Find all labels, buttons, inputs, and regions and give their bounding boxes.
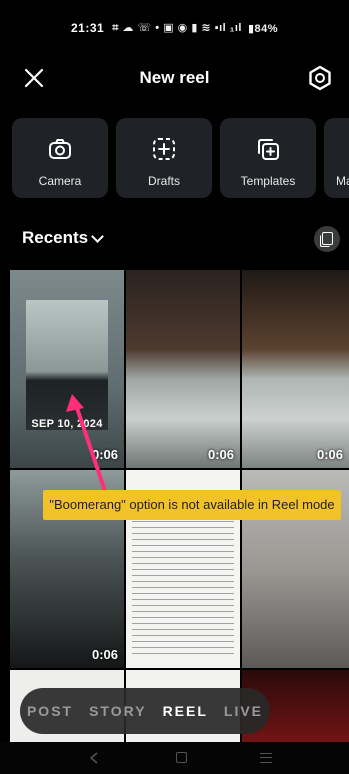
- recents-row: Recents: [22, 226, 340, 256]
- video-duration: 0:06: [91, 447, 118, 462]
- document-text-lines: [132, 516, 234, 658]
- recent-apps-icon[interactable]: [260, 753, 272, 763]
- drafts-icon: [153, 138, 175, 160]
- status-icons: ⌗ ☁ ☏ • ▣ ◉ ▮ ≋ ▪ıl ₁ıl: [112, 22, 242, 34]
- templates-tile[interactable]: Templates: [220, 118, 316, 198]
- system-nav-bar: [0, 742, 349, 774]
- video-duration: 0:06: [207, 447, 234, 462]
- chevron-down-icon: [91, 230, 105, 243]
- camera-tile-label: Camera: [38, 174, 82, 188]
- back-icon[interactable]: [88, 752, 100, 764]
- recents-label: Recents: [22, 228, 89, 247]
- camera-tile[interactable]: Camera: [12, 118, 108, 198]
- media-thumbnail[interactable]: 0:06: [242, 270, 349, 468]
- battery-indicator: ▮84%: [247, 22, 279, 35]
- header: New reel: [0, 56, 349, 100]
- settings-gear-icon[interactable]: [305, 63, 335, 93]
- more-tile[interactable]: Ma: [324, 118, 349, 198]
- drafts-tile[interactable]: Drafts: [116, 118, 212, 198]
- media-thumbnail[interactable]: 0:06: [126, 270, 240, 468]
- boomerang-tooltip: "Boomerang" option is not available in R…: [43, 490, 341, 520]
- page-title: New reel: [139, 68, 210, 87]
- mode-live[interactable]: LIVE: [224, 703, 263, 719]
- status-time: 21:31: [70, 21, 105, 35]
- mode-story[interactable]: STORY: [89, 703, 146, 719]
- recents-dropdown[interactable]: Recents: [22, 228, 105, 247]
- more-tile-label: Ma: [336, 174, 349, 188]
- action-tiles: Camera Drafts Templates Ma: [12, 118, 349, 198]
- templates-icon: [258, 139, 279, 160]
- story-preview: [26, 300, 108, 430]
- multi-select-icon[interactable]: [314, 226, 340, 252]
- media-thumbnail[interactable]: SEP 10, 2024 0:06: [10, 270, 124, 468]
- video-duration: 0:06: [316, 447, 343, 462]
- video-duration: 0:06: [91, 647, 118, 662]
- mode-post[interactable]: POST: [27, 703, 73, 719]
- status-bar: 21:31 ⌗ ☁ ☏ • ▣ ◉ ▮ ≋ ▪ıl ₁ıl ▮84%: [0, 0, 349, 56]
- mode-reel[interactable]: REEL: [163, 703, 208, 719]
- thumbnail-date: SEP 10, 2024: [31, 418, 103, 430]
- mode-selector: POST STORY REEL LIVE: [20, 688, 270, 734]
- home-icon[interactable]: [176, 752, 187, 763]
- drafts-tile-label: Drafts: [147, 174, 180, 188]
- camera-icon: [49, 139, 71, 159]
- templates-tile-label: Templates: [240, 174, 296, 188]
